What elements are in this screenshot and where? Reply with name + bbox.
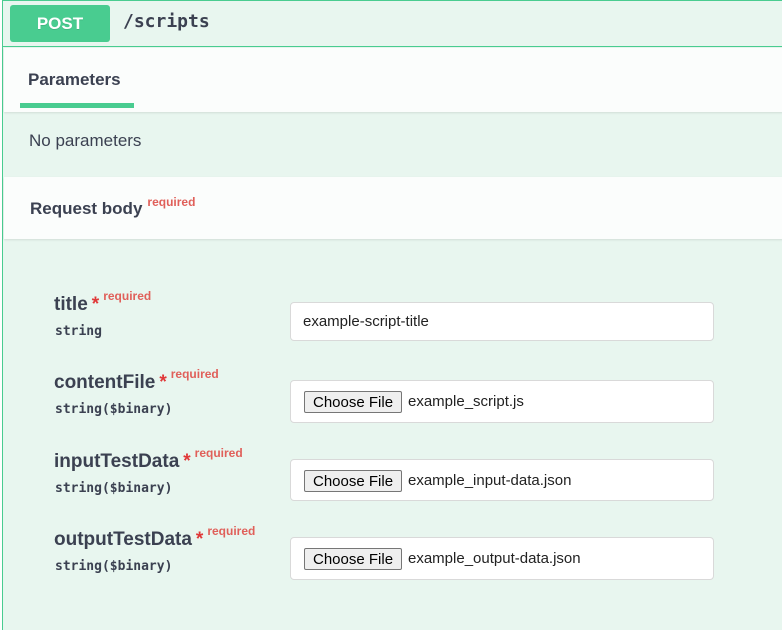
method-badge: POST <box>10 5 110 42</box>
selected-file-name: example_input-data.json <box>408 472 572 489</box>
tab-parameters[interactable]: Parameters <box>28 70 121 90</box>
active-tab-indicator <box>20 103 134 108</box>
param-name: outputTestData * required <box>54 524 255 551</box>
choose-file-button[interactable]: Choose File <box>304 470 403 492</box>
param-name-label: outputTestData <box>54 529 192 550</box>
required-star: * <box>195 529 204 550</box>
operation-block: POST /scripts Parameters No parameters R… <box>2 0 782 630</box>
required-label: required <box>103 289 152 303</box>
title-field <box>290 302 714 341</box>
selected-file-name: example_script.js <box>408 393 524 410</box>
param-name: title * required <box>54 289 151 316</box>
param-type: string($binary) <box>55 402 173 417</box>
request-body-header: Request body required <box>4 177 782 239</box>
request-body-label: Request body <box>30 199 143 218</box>
param-row-contentfile: contentFile * required string($binary) Cho… <box>54 367 765 432</box>
required-label: required <box>207 524 256 538</box>
param-name-label: inputTestData <box>54 451 180 472</box>
param-row-outputtestdata: outputTestData * required string($binary) … <box>54 524 765 589</box>
required-star: * <box>159 372 167 393</box>
request-body-required: required <box>147 195 196 209</box>
param-row-title: title * required string <box>54 289 765 354</box>
no-parameters-text: No parameters <box>29 131 142 150</box>
required-label: required <box>170 367 219 381</box>
outputtestdata-field: Choose File example_output-data.json <box>290 537 714 580</box>
parameters-tab-header: Parameters <box>4 48 782 112</box>
required-star: * <box>183 451 191 472</box>
param-name-label: contentFile <box>54 372 156 393</box>
selected-file-name: example_output-data.json <box>408 550 581 567</box>
param-type: string($binary) <box>55 559 173 574</box>
title-input[interactable] <box>303 303 703 340</box>
choose-file-button[interactable]: Choose File <box>304 548 403 570</box>
param-row-inputtestdata: inputTestData * required string($binary) C… <box>54 446 765 511</box>
required-star: * <box>91 294 100 315</box>
param-name: inputTestData * required <box>54 446 243 473</box>
param-name: contentFile * required <box>54 367 219 394</box>
contentfile-field: Choose File example_script.js <box>290 380 714 423</box>
param-type: string($binary) <box>55 481 173 496</box>
operation-summary[interactable]: POST /scripts <box>3 1 782 47</box>
required-label: required <box>194 446 243 460</box>
inputtestdata-field: Choose File example_input-data.json <box>290 459 714 501</box>
choose-file-button[interactable]: Choose File <box>304 391 403 413</box>
param-name-label: title <box>54 294 88 315</box>
endpoint-path: /scripts <box>123 11 210 32</box>
request-body-title: Request body required <box>30 195 195 219</box>
param-type: string <box>55 324 102 339</box>
